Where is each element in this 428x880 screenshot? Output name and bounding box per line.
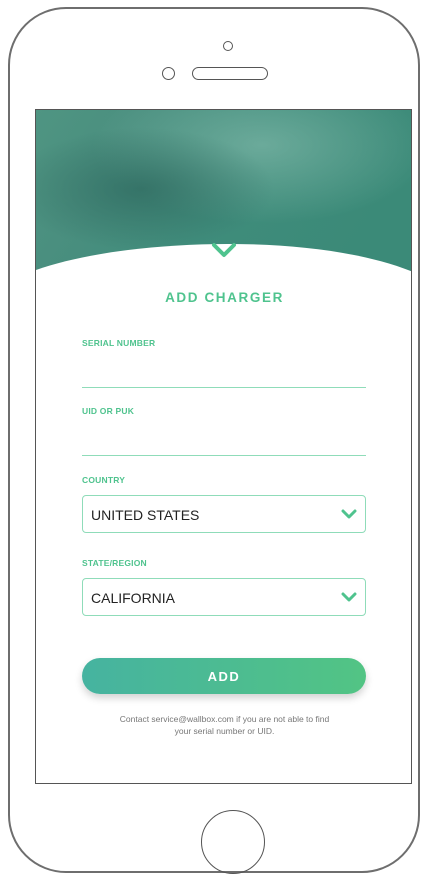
page-title: ADD CHARGER bbox=[165, 290, 284, 305]
serial-number-label: SERIAL NUMBER bbox=[82, 338, 156, 348]
chevron-down-icon bbox=[341, 509, 357, 519]
uid-puk-label: UID OR PUK bbox=[82, 406, 135, 416]
chevron-down-icon[interactable] bbox=[211, 242, 237, 260]
add-button[interactable]: ADD bbox=[82, 658, 366, 694]
state-region-select[interactable]: CALIFORNIA bbox=[82, 578, 366, 616]
earpiece-speaker bbox=[192, 67, 268, 80]
home-button[interactable] bbox=[201, 810, 265, 874]
country-value: UNITED STATES bbox=[91, 507, 200, 523]
support-note-line-2: your serial number or UID. bbox=[174, 726, 275, 736]
state-region-value: CALIFORNIA bbox=[91, 590, 176, 606]
front-camera bbox=[223, 41, 233, 51]
uid-puk-input[interactable] bbox=[82, 433, 366, 456]
support-note-line-1: Contact service@wallbox.com if you are n… bbox=[119, 714, 330, 724]
serial-number-input[interactable] bbox=[82, 365, 366, 388]
country-select[interactable]: UNITED STATES bbox=[82, 495, 366, 533]
proximity-sensor bbox=[162, 67, 175, 80]
chevron-down-icon bbox=[341, 592, 357, 602]
state-region-label: STATE/REGION bbox=[82, 558, 147, 568]
country-label: COUNTRY bbox=[82, 475, 126, 485]
add-button-label: ADD bbox=[207, 669, 241, 684]
app-screen: ADD CHARGER SERIAL NUMBER UID OR PUK COU… bbox=[35, 109, 412, 784]
support-note: Contact service@wallbox.com if you are n… bbox=[76, 713, 373, 737]
